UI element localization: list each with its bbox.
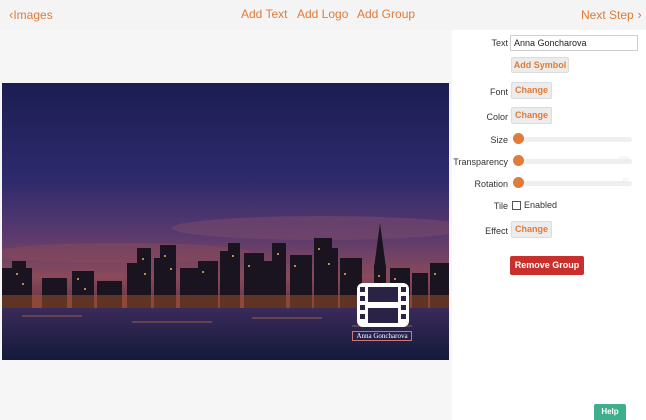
film-icon[interactable] [355, 281, 411, 329]
add-group-link[interactable]: Add Group [357, 7, 415, 21]
text-input[interactable] [510, 35, 638, 51]
rotation-slider-thumb[interactable] [513, 177, 524, 188]
transparency-label: Transparency [453, 157, 508, 167]
font-label: Font [489, 87, 508, 97]
font-change-button[interactable]: Change [511, 82, 552, 99]
chevron-right-icon: › [633, 7, 642, 22]
color-change-button[interactable]: Change [511, 107, 552, 124]
effect-label: Effect [485, 226, 508, 236]
rotation-label: Rotation [474, 179, 508, 189]
size-slider-thumb[interactable] [513, 133, 524, 144]
remove-group-button[interactable]: Remove Group [510, 256, 584, 275]
watermark-caption[interactable]: Anna Goncharova [352, 331, 412, 341]
effect-change-button[interactable]: Change [511, 221, 552, 238]
color-label: Color [486, 112, 508, 122]
size-slider[interactable] [513, 133, 632, 145]
size-label: Size [490, 135, 508, 145]
text-label: Text [491, 38, 508, 48]
next-step-link[interactable]: Next Step › [581, 7, 642, 22]
add-logo-link[interactable]: Add Logo [297, 7, 348, 21]
back-link-label: Images [13, 8, 53, 22]
add-symbol-button[interactable]: Add Symbol [511, 57, 569, 73]
rotation-slider[interactable]: 0° [513, 177, 632, 189]
transparency-slider-thumb[interactable] [513, 155, 524, 166]
tile-enabled-label[interactable]: Enabled [524, 200, 557, 210]
add-text-link[interactable]: Add Text [241, 7, 287, 21]
rotation-readout: 0° [622, 178, 629, 185]
rotation-slider-track [514, 181, 632, 186]
back-to-images-link[interactable]: ‹Images [9, 7, 53, 22]
transparency-slider[interactable]: 0% [513, 155, 632, 167]
transparency-readout: 0% [618, 156, 629, 163]
size-slider-track [514, 137, 632, 142]
help-button[interactable]: Help [594, 404, 626, 420]
next-link-label: Next Step [581, 8, 634, 22]
transparency-slider-track [514, 159, 632, 164]
tile-label: Tile [493, 201, 508, 211]
tile-enabled-checkbox[interactable] [512, 201, 521, 210]
